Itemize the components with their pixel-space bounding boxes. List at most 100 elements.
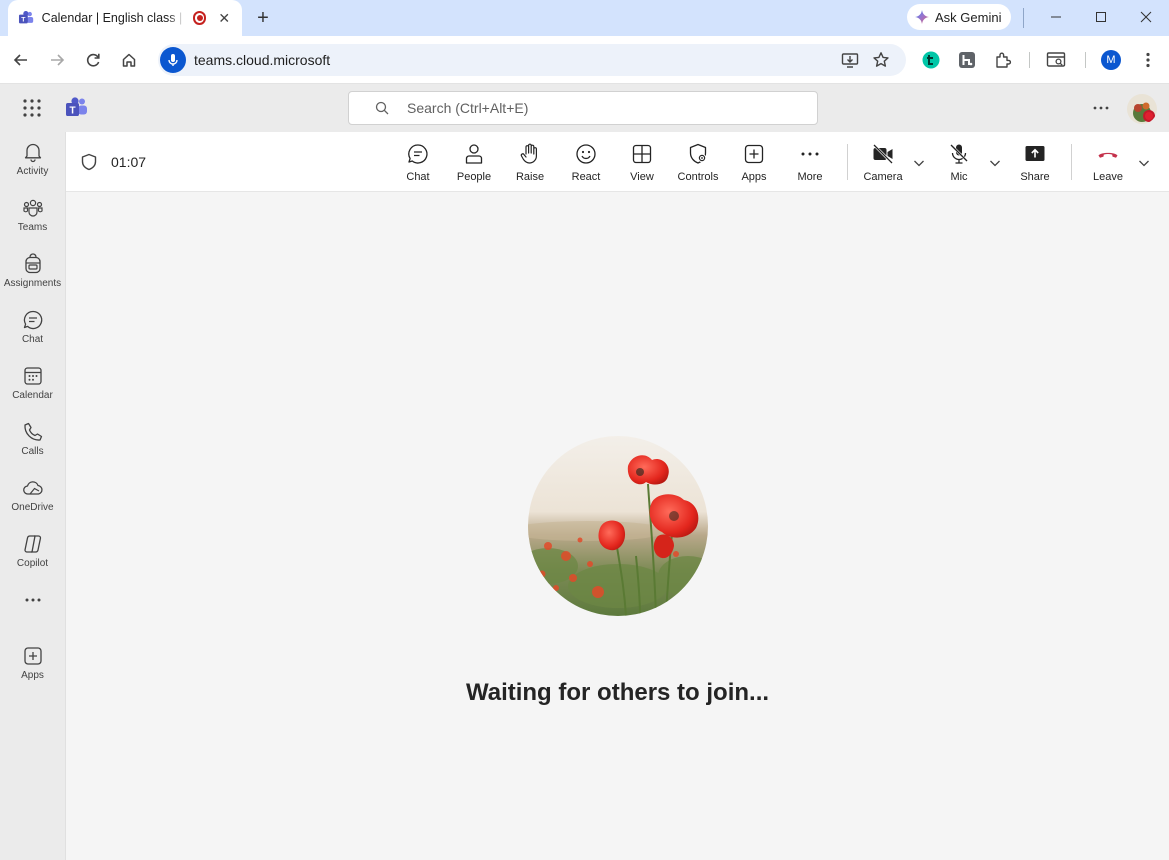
extension-t-button[interactable] <box>919 48 943 72</box>
rail-item-chat[interactable]: Chat <box>0 309 65 361</box>
bell-icon <box>24 143 41 163</box>
raise-hand-button[interactable]: Raise <box>502 142 558 186</box>
arrow-left-icon <box>13 54 27 66</box>
reading-mode-button[interactable] <box>1044 48 1068 72</box>
reading-mode-icon <box>1046 52 1066 67</box>
mic-button-label: Mic <box>950 171 968 183</box>
controls-button[interactable]: Controls <box>670 142 726 186</box>
view-button-label: View <box>630 171 654 183</box>
minimize-button[interactable] <box>1033 0 1079 34</box>
people-button-label: People <box>456 171 492 183</box>
rail-label: Calendar <box>12 390 53 401</box>
apps-button-label: Apps <box>741 171 767 183</box>
home-button[interactable] <box>115 46 143 74</box>
rail-item-apps[interactable]: Apps <box>0 645 65 697</box>
install-app-button[interactable] <box>838 48 862 72</box>
hang-up-icon <box>1098 152 1118 158</box>
voice-search-button[interactable] <box>160 47 186 73</box>
maximize-icon <box>1096 12 1106 22</box>
user-avatar[interactable] <box>1127 94 1157 124</box>
reload-button[interactable] <box>79 46 107 74</box>
participant-avatar <box>528 436 708 616</box>
extension-h-button[interactable] <box>955 48 979 72</box>
maximize-button[interactable] <box>1078 0 1124 34</box>
recording-icon <box>192 11 207 25</box>
window-close-button[interactable] <box>1123 0 1169 34</box>
share-button-label: Share <box>1020 171 1050 183</box>
meeting-control-bar: 01:07 Chat People Raise React View Contr… <box>66 132 1169 192</box>
share-button[interactable]: Share <box>1007 142 1063 186</box>
shield-icon[interactable] <box>80 153 98 171</box>
leave-button[interactable]: Leave <box>1080 142 1136 186</box>
app-rail: Activity Teams Assignments Chat Calendar… <box>0 132 66 860</box>
star-icon <box>873 52 889 67</box>
tab-title: Calendar | English class | Microsoft Tea… <box>41 11 185 25</box>
kebab-menu-icon <box>1146 52 1150 68</box>
arrow-right-icon <box>51 54 65 66</box>
rail-item-teams[interactable]: Teams <box>0 197 65 249</box>
home-icon <box>122 53 136 67</box>
more-horizontal-icon <box>1093 106 1109 110</box>
extensions-button[interactable] <box>991 48 1015 72</box>
more-horizontal-icon <box>801 152 819 156</box>
search-input[interactable]: Search (Ctrl+Alt+E) <box>348 91 818 125</box>
profile-avatar-button[interactable]: M <box>1101 50 1121 70</box>
rail-item-calendar[interactable]: Calendar <box>0 365 65 417</box>
react-button[interactable]: React <box>558 142 614 186</box>
control-divider <box>847 144 848 180</box>
bookmark-star-button[interactable] <box>869 48 893 72</box>
tabstrip-divider <box>1023 8 1024 28</box>
browser-menu-button[interactable] <box>1136 48 1160 72</box>
puzzle-icon <box>996 52 1012 68</box>
more-button[interactable]: More <box>782 142 838 186</box>
ask-gemini-button[interactable]: Ask Gemini <box>907 4 1012 30</box>
leave-options-chevron-icon[interactable] <box>1137 156 1151 170</box>
view-button[interactable]: View <box>614 142 670 186</box>
microphone-icon <box>168 54 178 66</box>
rail-item-copilot[interactable]: Copilot <box>0 533 65 585</box>
shield-settings-icon <box>689 143 707 164</box>
svg-text:T: T <box>69 106 75 117</box>
mic-options-chevron-icon[interactable] <box>988 156 1002 170</box>
rail-item-onedrive[interactable]: OneDrive <box>0 477 65 529</box>
rail-label: Copilot <box>16 558 49 569</box>
apps-button[interactable]: Apps <box>726 142 782 186</box>
back-button[interactable] <box>7 46 35 74</box>
rail-item-assignments[interactable]: Assignments <box>0 253 65 305</box>
close-tab-icon[interactable]: ✕ <box>214 8 234 28</box>
chat-button[interactable]: Chat <box>390 142 446 186</box>
people-button[interactable]: People <box>446 142 502 186</box>
mic-off-icon <box>950 144 968 164</box>
teams-favicon-icon: T <box>18 11 34 24</box>
copilot-icon <box>23 535 41 553</box>
rail-label: Teams <box>17 222 48 233</box>
add-app-icon <box>23 647 42 665</box>
forward-button[interactable] <box>43 46 71 74</box>
teams-logo-icon: T <box>66 97 87 117</box>
calendar-icon <box>23 367 42 385</box>
search-icon <box>375 101 389 115</box>
rail-item-calls[interactable]: Calls <box>0 421 65 473</box>
camera-button[interactable]: Camera <box>855 142 911 186</box>
more-horizontal-icon <box>25 598 40 602</box>
browser-tab[interactable]: T Calendar | English class | Microsoft T… <box>8 0 242 36</box>
browser-tab-strip: T Calendar | English class | Microsoft T… <box>0 0 1169 36</box>
mic-button[interactable]: Mic <box>931 142 987 186</box>
meeting-timer: 01:07 <box>111 154 147 170</box>
settings-more-button[interactable] <box>1089 96 1113 120</box>
backpack-icon <box>24 253 41 274</box>
controls-button-label: Controls <box>677 171 719 183</box>
app-launcher-icon[interactable] <box>20 96 44 120</box>
address-bar[interactable]: teams.cloud.microsoft <box>158 44 906 76</box>
rail-item-activity[interactable]: Activity <box>0 141 65 193</box>
cloud-icon <box>22 481 43 495</box>
camera-options-chevron-icon[interactable] <box>912 156 926 170</box>
share-screen-icon <box>1025 146 1045 161</box>
meeting-stage: Waiting for others to join... <box>66 192 1169 860</box>
camera-off-icon <box>873 144 893 164</box>
install-app-icon <box>841 53 859 68</box>
rail-more-apps-button[interactable] <box>0 597 65 617</box>
new-tab-button[interactable]: + <box>251 6 275 30</box>
url-text[interactable]: teams.cloud.microsoft <box>194 52 330 68</box>
extension-h-icon <box>959 52 975 68</box>
